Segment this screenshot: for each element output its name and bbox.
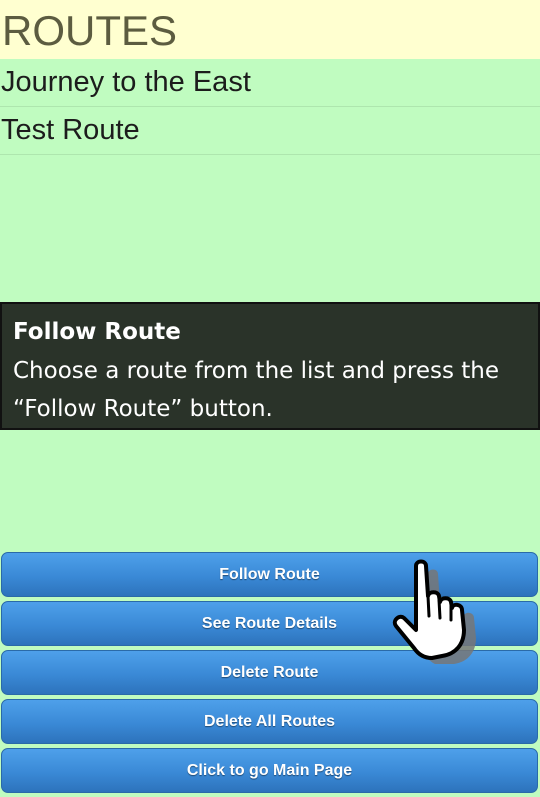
page-title: ROUTES — [2, 7, 178, 54]
header: ROUTES — [0, 0, 540, 59]
route-list: Journey to the East Test Route — [0, 59, 540, 155]
route-item-journey-to-the-east[interactable]: Journey to the East — [0, 59, 540, 107]
route-item-test-route[interactable]: Test Route — [0, 107, 540, 155]
main-page-button[interactable]: Click to go Main Page — [1, 748, 538, 793]
help-title: Follow Route — [13, 319, 181, 345]
help-tooltip: Follow Route Choose a route from the lis… — [0, 302, 540, 430]
hand-pointer-icon — [392, 559, 476, 664]
delete-all-routes-button[interactable]: Delete All Routes — [1, 699, 538, 744]
help-text: Choose a route from the list and press t… — [13, 358, 499, 422]
